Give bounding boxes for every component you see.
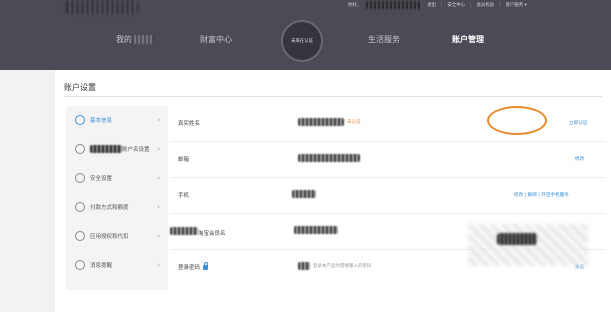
password-hint: 登录本产品时需要输入的密码: [313, 264, 372, 269]
watermark: [468, 224, 588, 266]
redacted-value: [292, 190, 316, 198]
welcome-text: 你好，: [348, 3, 362, 8]
member-benefits-link[interactable]: 会员权益: [477, 2, 495, 8]
verify-now-link[interactable]: 立即认证: [569, 120, 587, 126]
chevron-right-icon: ›: [157, 116, 160, 124]
row-label-text: 登录密码: [178, 265, 201, 271]
nav-my-label: 我的: [116, 35, 132, 44]
redacted-value: [298, 118, 344, 126]
redacted-text: [170, 227, 198, 235]
nav-life[interactable]: 生活服务: [368, 34, 400, 45]
sidebar-item-basic-info[interactable]: 基本信息 ›: [66, 106, 168, 134]
chevron-right-icon: ›: [157, 232, 160, 240]
row-label: 真实姓名: [178, 121, 201, 127]
nav-account[interactable]: 账户管理: [452, 34, 484, 45]
separator: |: [440, 2, 443, 8]
sidebar-item-payment[interactable]: 付款方式和额度 ›: [66, 193, 168, 221]
id-icon: [75, 144, 85, 154]
page-title: 账户设置: [64, 83, 96, 92]
redacted-value: [298, 154, 360, 162]
sidebar-item-label: 基本信息: [90, 118, 113, 124]
user-icon: [75, 115, 85, 125]
center-auth-label: 未来在认证: [291, 39, 313, 44]
separator: |: [470, 2, 472, 8]
sidebar-item-label: 付款方式和额度: [90, 205, 129, 211]
security-center-link[interactable]: 安全中心: [447, 2, 465, 8]
row-email: 邮箱 修改: [170, 142, 606, 178]
row-value: [298, 154, 360, 162]
redacted-value: [294, 226, 338, 234]
sidebar-item-label: 账户名设置: [90, 145, 150, 154]
row-label: 登录密码: [178, 262, 209, 271]
phone-actions[interactable]: 修改 | 解绑 | 开启手机服务: [514, 192, 569, 198]
nav-my-redacted: [132, 35, 154, 44]
sidebar-item-label: 消息提醒: [90, 263, 113, 269]
sidebar-item-app-auth[interactable]: 应用授权和代扣 ›: [66, 222, 168, 250]
top-header: 你好， 退出 | 安全中心 | 会员权益 | 客户服务 ▾ 我的 财富中心 未来…: [0, 0, 611, 70]
check-icon: [75, 231, 85, 241]
row-value: 登录本产品时需要输入的密码: [298, 262, 372, 270]
center-auth-badge[interactable]: 未来在认证: [281, 20, 323, 62]
redacted-text: [90, 145, 122, 154]
top-links: 你好， 退出 | 安全中心 | 会员权益 | 客户服务 ▾: [348, 0, 527, 10]
sidebar-item-security[interactable]: 安全设置 ›: [66, 164, 168, 192]
lock-icon: [203, 262, 209, 270]
settings-sidebar: 基本信息 › 账户名设置 › 安全设置 › 付款方式和额度 › 应用授权和代扣: [66, 106, 168, 290]
divider: [64, 96, 602, 97]
redacted-value: [298, 262, 310, 270]
row-label: 手机: [178, 193, 190, 199]
chevron-right-icon: ›: [157, 174, 160, 182]
row-value: [292, 190, 316, 198]
separator: |: [499, 2, 501, 8]
bell-icon: [75, 260, 85, 270]
page-root: 你好， 退出 | 安全中心 | 会员权益 | 客户服务 ▾ 我的 财富中心 未来…: [0, 0, 611, 312]
chevron-right-icon: ›: [157, 261, 160, 269]
sidebar-item-label-text: 账户名设置: [122, 146, 150, 153]
highlight-circle: [487, 106, 547, 135]
row-label: 邮箱: [178, 157, 190, 163]
nav-wealth[interactable]: 财富中心: [200, 34, 232, 45]
row-phone: 手机 修改 | 解绑 | 开启手机服务: [170, 178, 606, 214]
logo[interactable]: [66, 0, 138, 14]
sidebar-item-notifications[interactable]: 消息提醒 ›: [66, 251, 168, 279]
logout-link[interactable]: 退出: [427, 2, 436, 8]
row-value: [294, 226, 338, 234]
shield-icon: [75, 173, 85, 183]
nav-my[interactable]: 我的: [116, 34, 154, 45]
watermark-redacted: [497, 233, 537, 245]
chevron-right-icon: ›: [157, 203, 160, 211]
sidebar-item-account-name[interactable]: 账户名设置 ›: [66, 135, 168, 163]
status-badge: 未认证: [347, 120, 361, 125]
edit-email-link[interactable]: 修改: [575, 156, 584, 162]
chevron-right-icon: ›: [157, 145, 160, 153]
sidebar-item-label: 应用授权和代扣: [90, 234, 129, 240]
row-label: 淘宝会员名: [170, 227, 226, 237]
username-redacted: [366, 1, 423, 9]
row-label-text: 淘宝会员名: [198, 231, 226, 237]
payment-icon: [75, 202, 85, 212]
customer-service-link[interactable]: 客户服务 ▾: [506, 2, 527, 8]
row-value: 未认证: [298, 118, 361, 126]
sidebar-item-label: 安全设置: [90, 176, 113, 182]
